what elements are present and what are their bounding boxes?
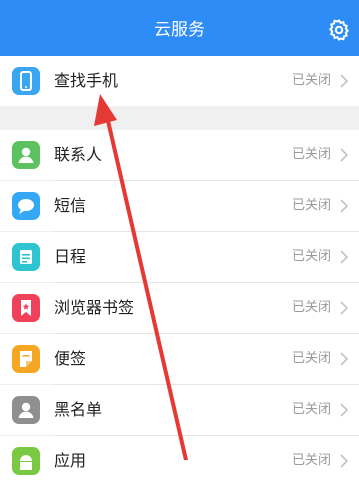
row-browser-bookmarks[interactable]: 浏览器书签 已关闭 (0, 283, 359, 333)
message-icon (12, 192, 40, 220)
row-label: 浏览器书签 (54, 298, 135, 317)
status-bar (0, 0, 359, 2)
top-bar: 云服务 (0, 0, 359, 56)
row-messages[interactable]: 短信 已关闭 (0, 181, 359, 231)
row-status: 已关闭 (291, 198, 331, 213)
chevron-right-icon (340, 74, 349, 88)
bookmark-icon (12, 294, 40, 322)
page-title: 云服务 (154, 20, 205, 40)
row-label: 便签 (54, 349, 87, 368)
settings-button[interactable] (327, 18, 351, 42)
row-calendar[interactable]: 日程 已关闭 (0, 232, 359, 282)
row-status: 已关闭 (291, 249, 331, 264)
row-status: 已关闭 (291, 73, 331, 88)
chevron-right-icon (340, 250, 349, 264)
row-label: 日程 (54, 247, 87, 266)
row-status: 已关闭 (291, 300, 331, 315)
row-label: 应用 (54, 451, 87, 470)
gear-icon (328, 19, 350, 41)
blacklist-icon (12, 396, 40, 424)
row-apps[interactable]: 应用 已关闭 (0, 436, 359, 486)
row-status: 已关闭 (291, 402, 331, 417)
row-contacts[interactable]: 联系人 已关闭 (0, 130, 359, 180)
row-status: 已关闭 (291, 147, 331, 162)
chevron-right-icon (340, 199, 349, 213)
row-notes[interactable]: 便签 已关闭 (0, 334, 359, 384)
chevron-right-icon (340, 148, 349, 162)
calendar-icon (12, 243, 40, 271)
row-label: 黑名单 (54, 400, 103, 419)
row-label: 联系人 (54, 145, 103, 164)
chevron-right-icon (340, 352, 349, 366)
row-blacklist[interactable]: 黑名单 已关闭 (0, 385, 359, 435)
phone-icon (12, 67, 40, 95)
chevron-right-icon (340, 403, 349, 417)
row-status: 已关闭 (291, 351, 331, 366)
chevron-right-icon (340, 454, 349, 468)
row-label: 短信 (54, 196, 87, 215)
row-label: 查找手机 (54, 71, 119, 90)
note-icon (12, 345, 40, 373)
chevron-right-icon (340, 301, 349, 315)
row-status: 已关闭 (291, 453, 331, 468)
apps-icon (12, 447, 40, 475)
row-find-phone[interactable]: 查找手机 已关闭 (0, 56, 359, 106)
contacts-icon (12, 141, 40, 169)
